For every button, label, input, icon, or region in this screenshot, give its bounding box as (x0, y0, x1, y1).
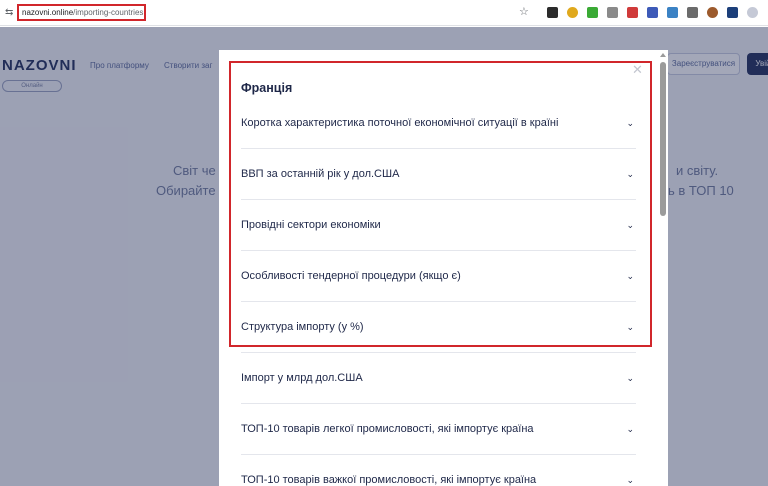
extension-icon-7[interactable] (667, 7, 678, 18)
extension-icon-11[interactable] (747, 7, 758, 18)
accordion-label: ТОП-10 товарів важкої промисловості, які… (241, 474, 537, 486)
extension-icon-3[interactable] (587, 7, 598, 18)
extension-icon-2[interactable] (567, 7, 578, 18)
chevron-down-icon: ⌄ (626, 475, 634, 485)
extension-icon-1[interactable] (547, 7, 558, 18)
accordion-row-import-volume[interactable]: Імпорт у млрд дол.США ⌄ (241, 353, 636, 404)
camera-extension-icon[interactable] (607, 7, 618, 18)
address-bar[interactable]: nazovni.online/importing-countries (17, 4, 146, 21)
chevron-down-icon: ⌄ (626, 424, 634, 434)
accordion-row-top10-heavy[interactable]: ТОП-10 товарів важкої промисловості, які… (241, 455, 636, 486)
extension-icon-9[interactable] (707, 7, 718, 18)
accordion-label: ТОП-10 товарів легкої промисловості, які… (241, 423, 534, 435)
scroll-up-arrow[interactable] (660, 53, 666, 57)
scrollbar-thumb[interactable] (660, 62, 666, 216)
url-domain: nazovni.online (22, 8, 74, 17)
extension-icon-8[interactable] (687, 7, 698, 18)
extension-icon-10[interactable] (727, 7, 738, 18)
accordion-row-top10-light[interactable]: ТОП-10 товарів легкої промисловості, які… (241, 404, 636, 455)
site-settings-icon[interactable]: ⇆ (5, 7, 15, 18)
url-path: /importing-countries (73, 8, 144, 17)
extension-icon-6[interactable] (647, 7, 658, 18)
accordion-label: Імпорт у млрд дол.США (241, 372, 363, 384)
extension-icon-5[interactable] (627, 7, 638, 18)
bookmark-star-icon[interactable]: ☆ (519, 6, 529, 18)
highlight-box (229, 61, 652, 347)
chevron-down-icon: ⌄ (626, 373, 634, 383)
